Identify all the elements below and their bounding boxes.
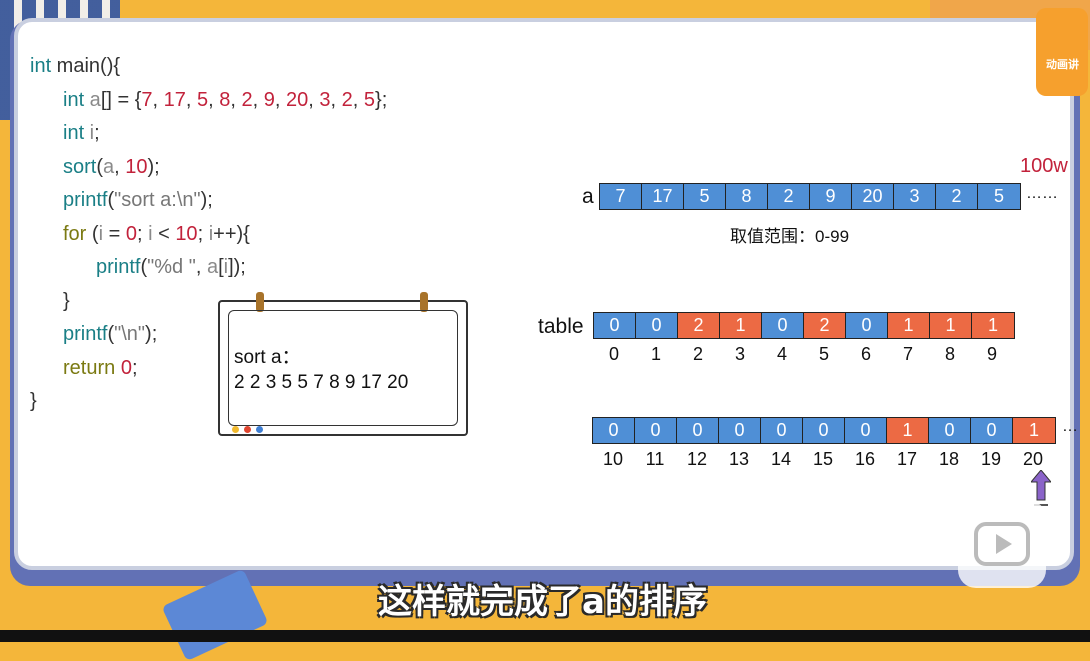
- range-note: 取值范围：0-99: [730, 227, 850, 246]
- code-line: int a[] = {7, 17, 5, 8, 2, 9, 20, 3, 2, …: [63, 88, 388, 111]
- table-row-1-cell: 1: [930, 313, 972, 338]
- logo-text: 动画讲: [1046, 58, 1079, 71]
- code-line: int main(){: [30, 55, 121, 77]
- table-row-1-index: 1: [650, 344, 661, 364]
- table-row-1-index: 2: [692, 344, 703, 364]
- table-row-1-index: 0: [608, 344, 619, 364]
- array-a-label: a: [582, 185, 594, 208]
- code-line: }: [30, 390, 37, 412]
- array-a-cell: 20: [852, 184, 894, 209]
- code-line: printf("\n");: [63, 323, 158, 345]
- table-row-2-index: 12: [686, 449, 708, 469]
- code-line: sort(a, 10);: [63, 155, 160, 178]
- array-a-cell: 2: [768, 184, 810, 209]
- code-line: printf("sort a:\n");: [63, 189, 213, 211]
- code-line: int i;: [63, 122, 100, 144]
- table-row-1-cell: 0: [594, 313, 636, 338]
- table-indices-2: 10 11 12 13 14 15 16 17 18 19 20: [592, 449, 1054, 470]
- code-line: }: [63, 289, 70, 312]
- dot-icon: [232, 426, 239, 433]
- play-icon: [974, 522, 1030, 566]
- table-indices-1: 0 1 2 3 4 5 6 7 8 9: [593, 344, 1013, 365]
- array-a-cell: 3: [894, 184, 936, 209]
- dot-icon: [244, 426, 251, 433]
- array-a-cell: 7: [600, 184, 642, 209]
- array-a-cell: 5: [684, 184, 726, 209]
- array-a-cell: 9: [810, 184, 852, 209]
- table-row-2-cell: 0: [803, 418, 845, 443]
- table-row-1-index: 4: [776, 344, 787, 364]
- dot-icon: [256, 426, 263, 433]
- code-line: for (i = 0; i < 10; i++){: [63, 222, 250, 245]
- table-row-2-cell: 0: [593, 418, 635, 443]
- table-row-2-cell: 0: [845, 418, 887, 443]
- table-row-2-cell: 0: [929, 418, 971, 443]
- table-row-2-cell: 1: [1013, 418, 1055, 443]
- table-ellipsis: …: [1062, 418, 1078, 435]
- array-a-cell: 2: [936, 184, 978, 209]
- array-a-cell: 5: [978, 184, 1020, 209]
- table-row-2-cell: 1: [887, 418, 929, 443]
- code-line: printf("%d ", a[i]);: [96, 256, 246, 278]
- array-a-cell: 17: [642, 184, 684, 209]
- table-row-1-index: 9: [986, 344, 997, 364]
- output-line-2: 2 2 3 5 5 7 8 9 17 20: [234, 372, 409, 393]
- subtitle: 这样就完成了a的排序: [378, 582, 707, 622]
- pin-icon: [256, 292, 264, 312]
- table-row-1-cell: 1: [720, 313, 762, 338]
- table-row-2-index: 20: [1022, 449, 1044, 469]
- table-row-2-index: 15: [812, 449, 834, 469]
- output-board: sort a： 2 2 3 5 5 7 8 9 17 20: [218, 292, 468, 436]
- table-row-2-index: 10: [602, 449, 624, 469]
- code-line: return 0;: [63, 356, 138, 379]
- channel-logo: [1036, 8, 1088, 96]
- output-line-1: sort a：: [234, 347, 301, 368]
- table-row-1-cell: 2: [678, 313, 720, 338]
- array-a-ellipsis: ……: [1026, 185, 1058, 202]
- table-row-1-cell: 1: [888, 313, 930, 338]
- bottom-bar: [0, 630, 1090, 642]
- table-row-2-cell: 0: [677, 418, 719, 443]
- table-row-1-index: 8: [944, 344, 955, 364]
- table-row-1-cell: 0: [636, 313, 678, 338]
- table-row-2-cell: 0: [635, 418, 677, 443]
- table-row-1-cell: 0: [846, 313, 888, 338]
- table-row-2-cell: 0: [761, 418, 803, 443]
- table-row-2-cell: 0: [971, 418, 1013, 443]
- pin-icon: [420, 292, 428, 312]
- table-row-2-index: 13: [728, 449, 750, 469]
- table-row-2-index: 17: [896, 449, 918, 469]
- table-row-1-cell: 0: [762, 313, 804, 338]
- table-row-2-cell: 0: [719, 418, 761, 443]
- table-row-2-index: 19: [980, 449, 1002, 469]
- play-button[interactable]: [958, 500, 1046, 588]
- array-size-label: 100w: [1020, 155, 1068, 177]
- table-row-1-index: 6: [860, 344, 871, 364]
- table-row-1-index: 3: [734, 344, 745, 364]
- table-row-2: 00000001001: [592, 417, 1056, 444]
- table-row-1-cell: 2: [804, 313, 846, 338]
- array-a-cell: 8: [726, 184, 768, 209]
- table-row-1-cell: 1: [972, 313, 1014, 338]
- table-row-1: 0021020111: [593, 312, 1015, 339]
- table-row-2-index: 16: [854, 449, 876, 469]
- table-row-2-index: 18: [938, 449, 960, 469]
- table-label: table: [538, 315, 584, 338]
- array-a: 7 17 5 8 2 9 20 3 2 5: [599, 183, 1021, 210]
- table-row-1-index: 7: [902, 344, 913, 364]
- table-row-2-index: 14: [770, 449, 792, 469]
- table-row-2-index: 11: [645, 449, 665, 469]
- table-row-1-index: 5: [818, 344, 829, 364]
